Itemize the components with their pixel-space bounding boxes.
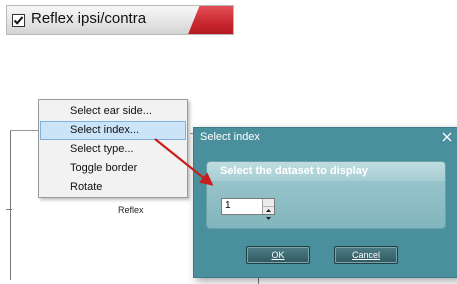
spinner-arrows bbox=[262, 199, 274, 220]
spinner-down-button[interactable] bbox=[263, 207, 274, 220]
reflex-ipsi-contra-toggle[interactable]: Reflex ipsi/contra bbox=[6, 5, 234, 35]
panel-header: Select the dataset to display bbox=[207, 162, 445, 181]
select-index-dialog: Select index Select the dataset to displ… bbox=[193, 127, 457, 278]
checkbox[interactable] bbox=[12, 14, 25, 27]
plot-label: Reflex bbox=[118, 205, 144, 215]
dataset-panel: Select the dataset to display 1 bbox=[206, 161, 446, 229]
plot-tick bbox=[6, 209, 12, 210]
triangle-down-icon bbox=[266, 217, 271, 220]
index-value[interactable]: 1 bbox=[225, 200, 231, 211]
cancel-button[interactable]: Cancel bbox=[334, 246, 398, 264]
checkbox-label: Reflex ipsi/contra bbox=[31, 10, 147, 27]
menu-item-toggle-border[interactable]: Toggle border bbox=[40, 159, 186, 178]
menu-item-select-type[interactable]: Select type... bbox=[40, 140, 186, 159]
plot-axis-left bbox=[10, 130, 11, 280]
dialog-titlebar[interactable]: Select index bbox=[194, 128, 457, 148]
menu-item-rotate[interactable]: Rotate bbox=[40, 178, 186, 197]
close-icon[interactable] bbox=[440, 130, 454, 144]
panel-title: Select the dataset to display bbox=[220, 165, 368, 177]
dialog-title: Select index bbox=[200, 131, 260, 143]
plot-border-top bbox=[10, 130, 38, 131]
menu-item-select-ear-side[interactable]: Select ear side... bbox=[40, 102, 186, 121]
menu-item-select-index[interactable]: Select index... bbox=[40, 121, 186, 140]
index-spinner[interactable]: 1 bbox=[221, 198, 275, 220]
checkmark-icon bbox=[13, 16, 24, 25]
screenshot-stage: Reflex ipsi/contra Reflex Select ear sid… bbox=[0, 0, 457, 284]
red-accent-corner bbox=[185, 6, 233, 34]
ok-button[interactable]: OK bbox=[246, 246, 310, 264]
spinner-up-button[interactable] bbox=[263, 199, 274, 212]
context-menu: Select ear side... Select index... Selec… bbox=[38, 99, 188, 198]
